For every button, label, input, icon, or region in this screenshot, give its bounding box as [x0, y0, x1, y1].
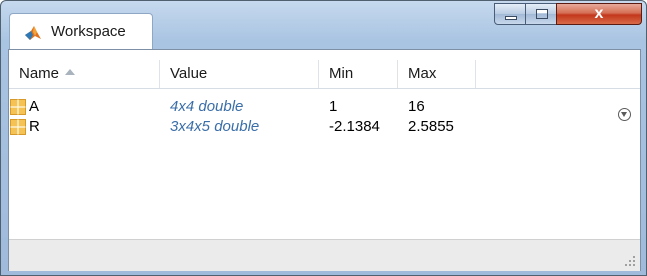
variable-max: 16 [408, 98, 425, 115]
sort-ascending-icon [65, 69, 76, 76]
maximize-button[interactable] [525, 3, 557, 25]
matlab-logo-icon [25, 26, 41, 40]
variable-value[interactable]: 4x4 double [170, 98, 243, 116]
variable-min: -2.1384 [329, 118, 380, 135]
table-row[interactable]: R 3x4x5 double -2.1384 2.5855 [9, 118, 640, 136]
table-header: Name Value Min Max [9, 60, 640, 89]
column-header-empty [476, 60, 640, 88]
variable-name: A [29, 98, 40, 115]
grip-dot [629, 264, 631, 266]
grip-dot [633, 256, 635, 258]
workspace-actions-dropdown-icon[interactable] [618, 108, 631, 121]
column-header-name[interactable]: Name [9, 60, 160, 88]
grip-dot [629, 260, 631, 262]
window-controls: x [494, 3, 646, 27]
column-header-value[interactable]: Value [160, 60, 319, 88]
column-header-min[interactable]: Min [319, 60, 398, 88]
matrix-variable-icon [10, 99, 26, 115]
close-button[interactable]: x [556, 3, 642, 25]
workspace-tab[interactable]: Workspace [9, 13, 153, 49]
variable-max: 2.5855 [408, 118, 454, 135]
maximize-icon [536, 9, 548, 19]
minimize-icon [505, 16, 517, 20]
status-bar [9, 239, 640, 271]
column-header-max[interactable]: Max [398, 60, 476, 88]
variable-name: R [29, 118, 40, 135]
minimize-button[interactable] [494, 3, 526, 25]
column-header-name-label: Name [19, 65, 60, 82]
grip-dot [633, 264, 635, 266]
window-title: Workspace [51, 23, 126, 40]
matrix-variable-icon [10, 119, 26, 135]
title-bar[interactable]: Workspace x [1, 1, 646, 49]
table-row[interactable]: A 4x4 double 1 16 [9, 98, 640, 116]
column-header-max-label: Max [408, 65, 437, 82]
variable-min: 1 [329, 98, 338, 115]
grip-dot [633, 260, 635, 262]
resize-grip-icon[interactable] [624, 255, 636, 267]
workspace-window: Workspace x Name Value Min Max A 4x4 dou… [0, 0, 647, 276]
column-header-min-label: Min [329, 65, 354, 82]
workspace-table: Name Value Min Max A 4x4 double 1 16 R 3… [8, 49, 641, 271]
column-header-value-label: Value [170, 65, 208, 82]
grip-dot [625, 264, 627, 266]
close-icon: x [594, 5, 604, 22]
variable-value[interactable]: 3x4x5 double [170, 118, 259, 136]
